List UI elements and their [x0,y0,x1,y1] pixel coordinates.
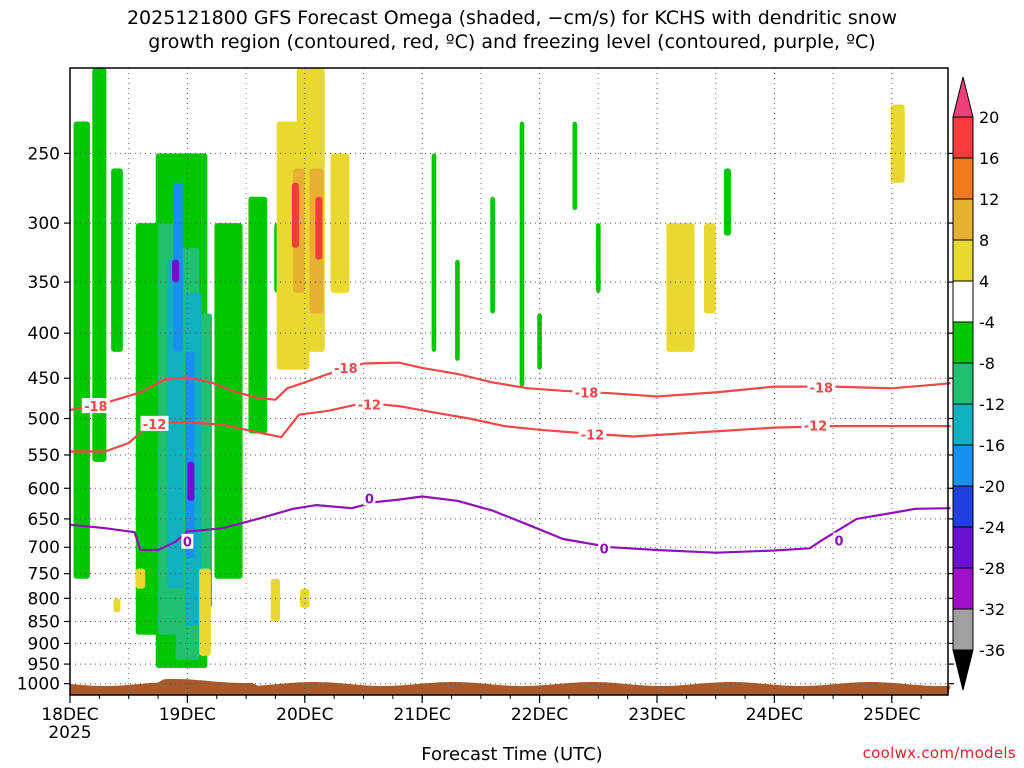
x-tick-label-22DEC: 22DEC [511,705,568,725]
omega-shade-cell [490,196,495,314]
y-tick-label-450: 450 [28,369,60,389]
omega-shade-cell [572,121,578,211]
omega-shade-cell [291,182,299,248]
colorbar-label: -32 [979,600,1005,619]
x-tick-sublabel-year: 2025 [48,723,91,743]
colorbar-swatch [952,362,974,405]
colorbar-bottom-arrow [952,649,974,691]
colorbar-label: -16 [979,436,1005,455]
omega-shade-cell [455,259,460,361]
omega-shade-cell [723,168,731,236]
x-tick-label-25DEC: 25DEC [863,705,920,725]
contour-label: 0 [183,536,192,551]
omega-time-height-chart: -18 -18 -18 -18 -12 -12 -12 -12 0 0 0 0 250 300 350 40… [17,67,1005,743]
colorbar-label: 12 [979,190,999,209]
omega-shade-cell [214,223,243,579]
y-tick-label-1000: 1000 [17,675,60,695]
colorbar-label: -20 [979,477,1005,496]
ground-surface [70,679,951,695]
colorbar-swatch [952,280,974,323]
y-tick-label-350: 350 [28,273,60,293]
omega-shade-cell [113,598,121,613]
colorbar-swatch [952,485,974,528]
colorbar-swatch [952,444,974,487]
omega-shade-cell [270,578,281,622]
colorbar-swatch [952,321,974,364]
x-tick-label-18DEC: 18DEC [41,705,98,725]
colorbar-label: -24 [979,518,1005,537]
colorbar-label: 20 [979,108,999,127]
omega-shade-cell [315,196,323,260]
colorbar-swatch [952,198,974,241]
omega-shade-cell [187,461,195,501]
colorbar-swatch [952,157,974,200]
omega-shading [73,68,905,669]
x-tick-label-21DEC: 21DEC [394,705,451,725]
colorbar-label: -8 [979,354,995,373]
contour-label: -18 [334,362,358,377]
y-tick-label-700: 700 [28,538,60,558]
contour-label: -18 [575,386,599,401]
omega-shade-cell [185,351,195,559]
contour-label: -12 [358,399,382,414]
omega-shade-cell [519,121,525,387]
contour-label: 0 [365,492,374,507]
x-tick-label-23DEC: 23DEC [628,705,685,725]
y-tick-label-500: 500 [28,410,60,430]
omega-shade-cell [111,168,123,352]
omega-shade-cell [73,121,90,579]
colorbar-swatch [952,239,974,282]
colorbar-swatch [952,403,974,446]
colorbar-swatch [952,608,974,651]
y-tick-label-650: 650 [28,510,60,530]
omega-shade-cell [666,223,695,352]
y-tick-label-850: 850 [28,613,60,633]
colorbar-swatch [952,526,974,569]
y-tick-label-550: 550 [28,446,60,466]
y-tick-label-950: 950 [28,655,60,675]
y-tick-label-250: 250 [28,144,60,164]
ground-terrain [70,679,951,695]
x-tick-label-19DEC: 19DEC [159,705,216,725]
colorbar-swatch [952,567,974,610]
omega-shade-cell [172,259,180,283]
contour-label: -12 [143,418,167,433]
colorbar-label: -28 [979,559,1005,578]
colorbar: 20 16 12 8 4 -4 -8 -12 -16 -20 -24 -28 -32 -36 [952,76,1005,691]
colorbar-label: 16 [979,149,999,168]
colorbar-label: 8 [979,231,989,250]
y-tick-label-800: 800 [28,589,60,609]
colorbar-top-arrow [952,76,974,118]
omega-shade-cell [199,568,211,656]
contour-label: 0 [834,535,843,550]
colorbar-label: -36 [979,641,1005,660]
x-axis: 18DEC2025 19DEC 20DEC 21DEC 22DEC 23DEC 24DEC 2… [41,695,922,743]
contour-label: -18 [84,400,108,415]
colorbar-label: -12 [979,395,1005,414]
colorbar-label: 4 [979,272,989,291]
y-tick-label-600: 600 [28,479,60,499]
credit-link[interactable]: coolwx.com/models [863,744,1016,762]
y-tick-label-400: 400 [28,324,60,344]
omega-shade-cell [431,153,437,352]
omega-shade-cell [703,223,716,314]
contour-label: -12 [581,428,605,443]
colorbar-label: -4 [979,313,995,332]
y-tick-label-750: 750 [28,565,60,585]
y-tick-label-300: 300 [28,214,60,234]
x-tick-label-24DEC: 24DEC [746,705,803,725]
colorbar-swatch [952,116,974,159]
x-tick-label-20DEC: 20DEC [276,705,333,725]
contour-label: -18 [810,381,834,396]
contour-label: 0 [600,542,609,557]
y-tick-label-900: 900 [28,634,60,654]
contour-label: -12 [804,419,828,434]
omega-shade-cell [537,313,542,370]
omega-shade-cell [135,568,146,589]
omega-shade-cell [890,104,905,183]
